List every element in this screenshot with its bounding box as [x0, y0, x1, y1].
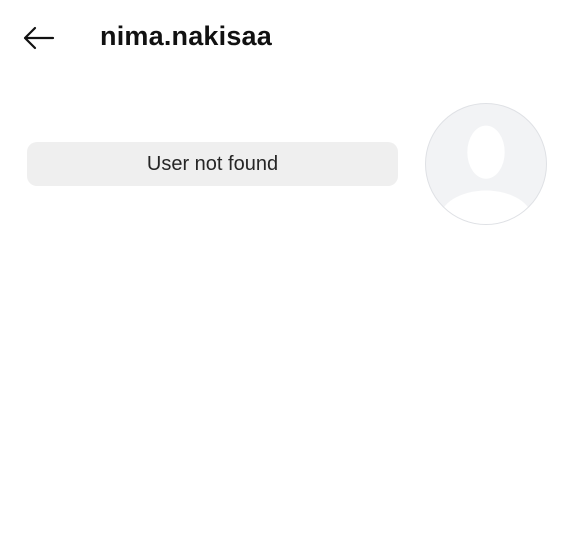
default-avatar-icon — [439, 125, 533, 224]
page-title: nima.nakisaa — [100, 21, 272, 51]
back-arrow-icon — [23, 26, 55, 50]
avatar — [425, 103, 547, 225]
user-not-found-message: User not found — [27, 142, 398, 186]
top-bar: nima.nakisaa — [0, 0, 575, 76]
back-button[interactable] — [18, 20, 58, 56]
